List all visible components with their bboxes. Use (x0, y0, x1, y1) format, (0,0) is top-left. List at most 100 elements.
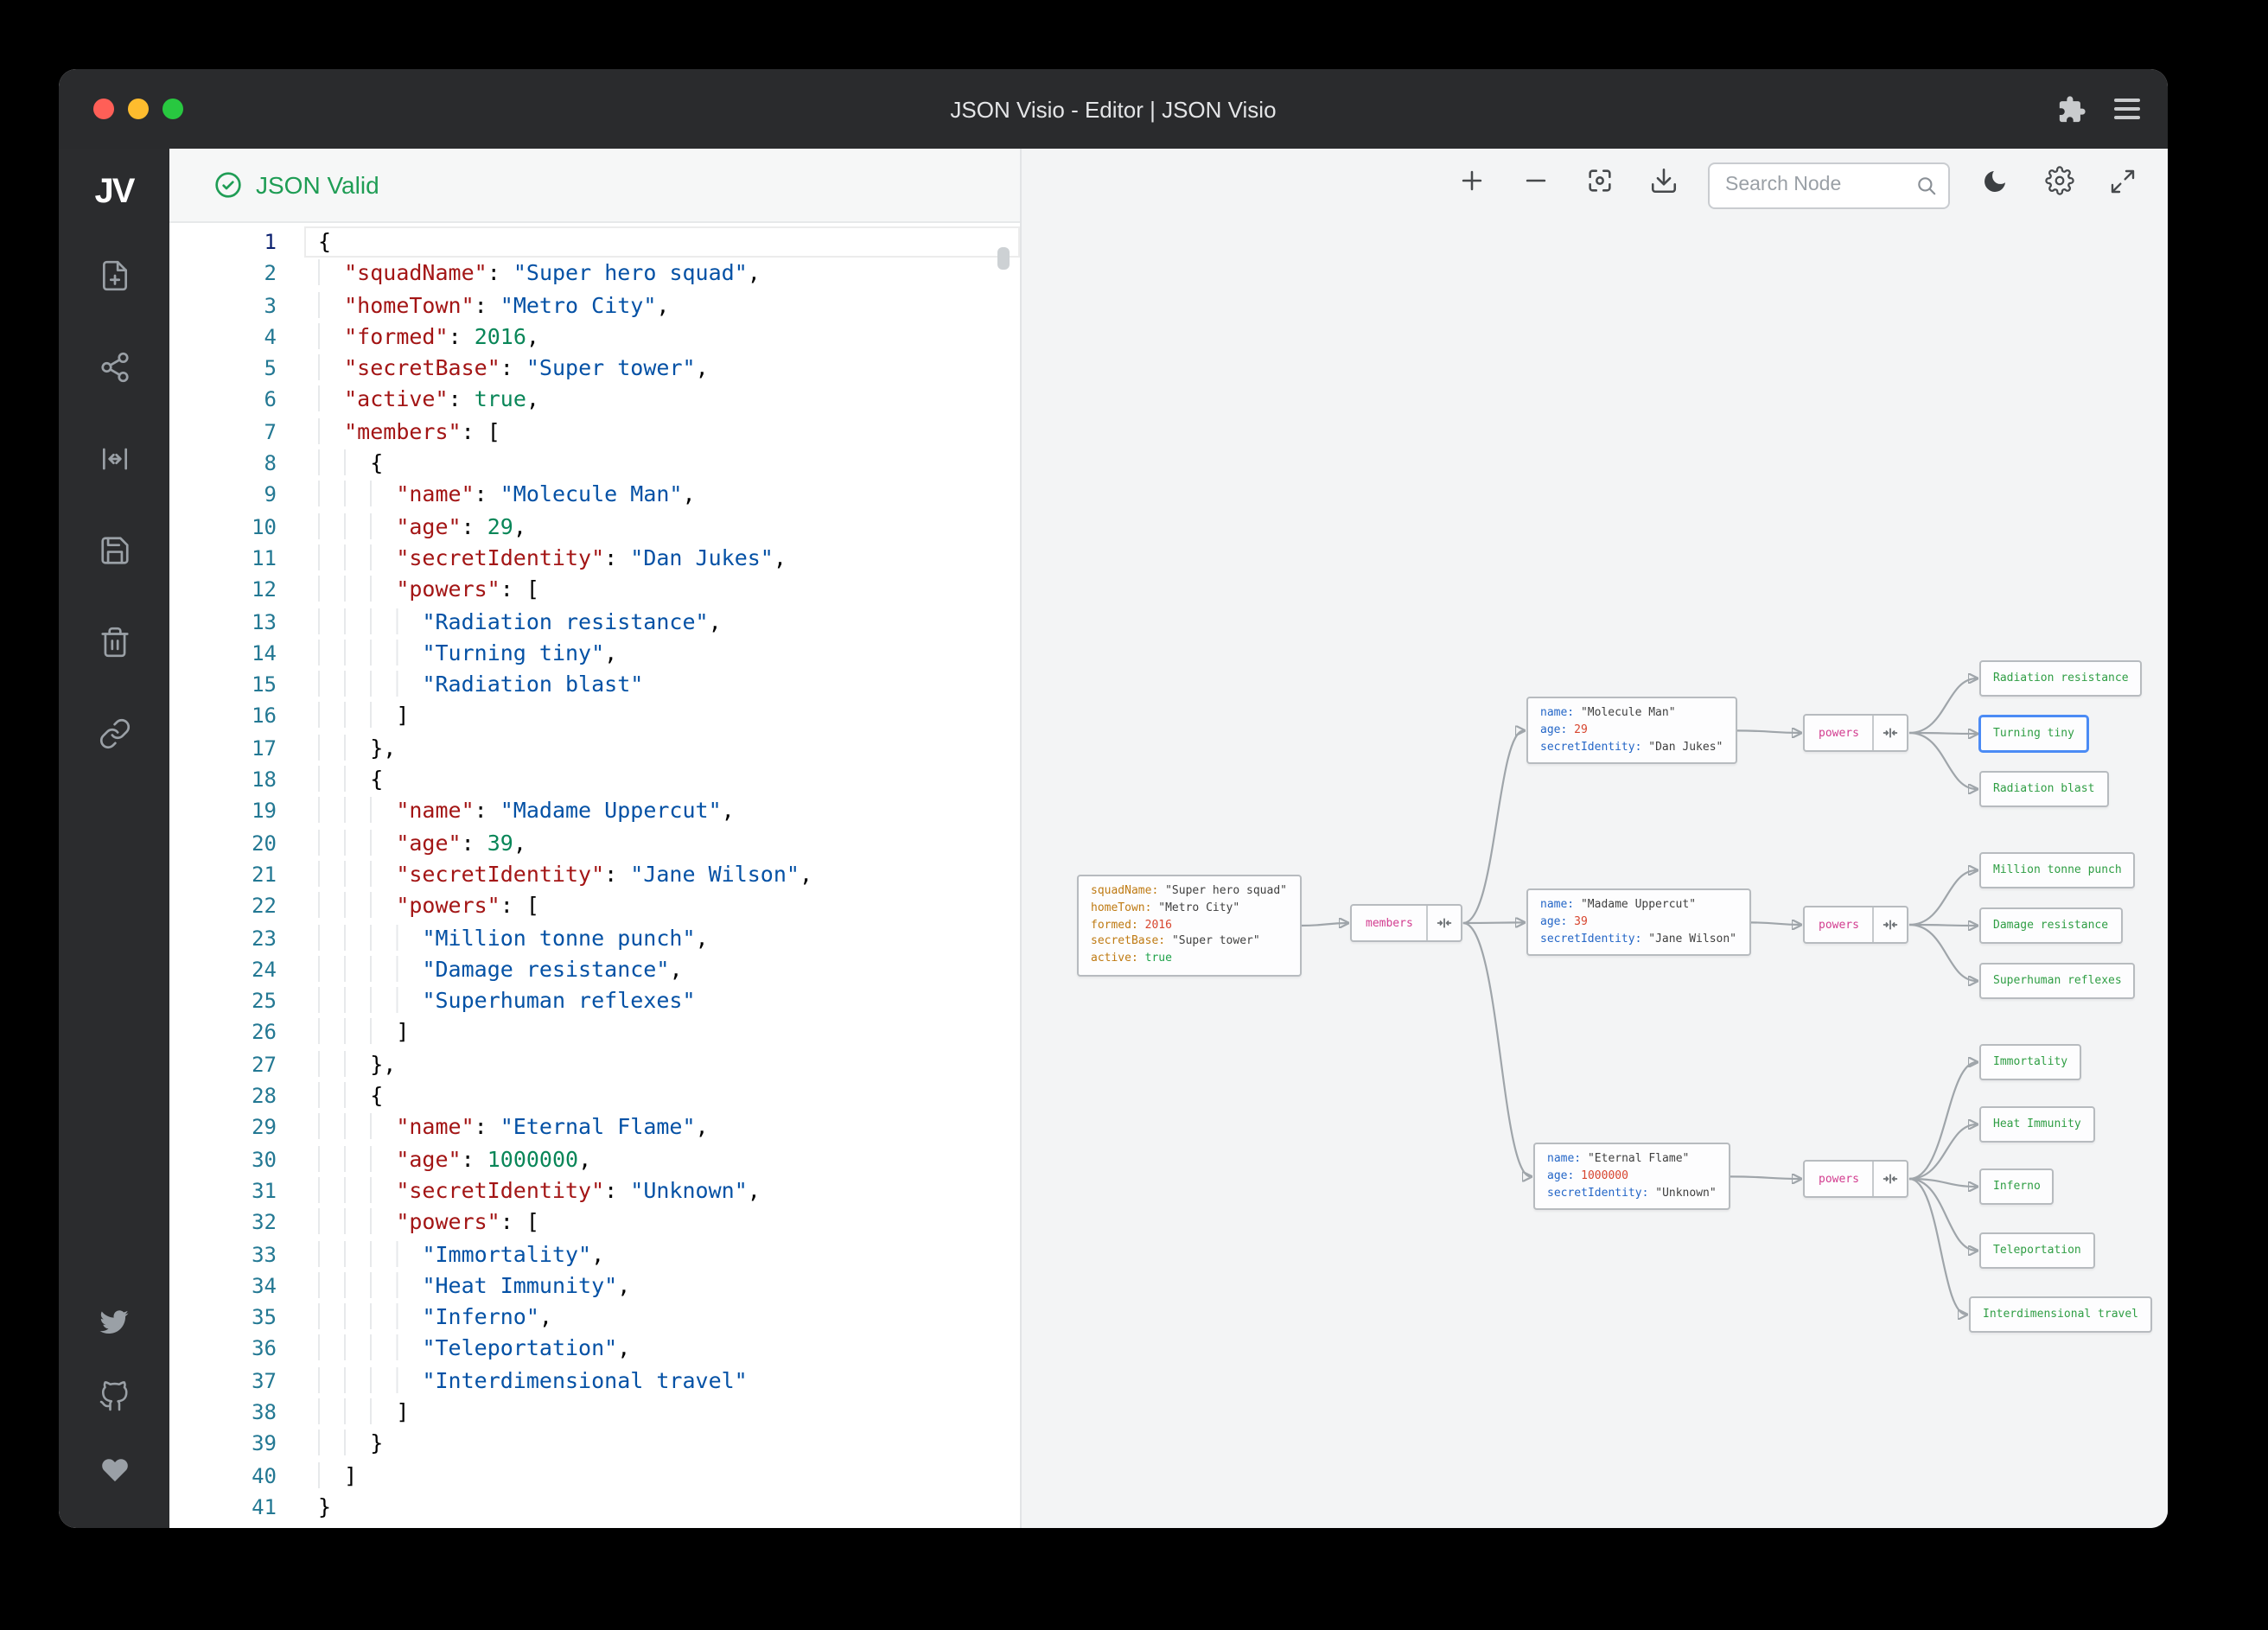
code-line[interactable]: 12 "powers": [ (169, 575, 1020, 607)
collapse-node-button[interactable] (1429, 906, 1462, 940)
code-line[interactable]: 2 "squadName": "Super hero squad", (169, 258, 1020, 290)
code-line[interactable]: 36 "Teleportation", (169, 1334, 1020, 1366)
code-line[interactable]: 22 "powers": [ (169, 890, 1020, 922)
search-input[interactable] (1710, 175, 1948, 195)
zoom-in-button[interactable] (1452, 166, 1490, 204)
code-editor[interactable]: 1{2 "squadName": "Super hero squad", 3 "h… (169, 223, 1020, 1528)
code-line[interactable]: 34 "Heat Immunity", (169, 1270, 1020, 1302)
code-line[interactable]: 39 } (169, 1429, 1020, 1461)
fit-width-button[interactable] (95, 444, 133, 482)
code-line[interactable]: 27 }, (169, 1048, 1020, 1080)
new-document-button[interactable] (95, 260, 133, 299)
line-number: 3 (264, 293, 277, 318)
graph-node-m1[interactable]: name: "Molecule Man" age: 29 secretIdentit… (1526, 697, 1737, 765)
graph-node-l3e[interactable]: Interdimensional travel (1969, 1296, 2153, 1333)
graph-node-l1c[interactable]: Radiation blast (1979, 771, 2109, 807)
code-line[interactable]: 15 "Radiation blast" (169, 669, 1020, 701)
graph-canvas[interactable]: squadName: "Super hero squad" homeTown: "… (1022, 149, 2168, 1528)
editor-status-bar: JSON Valid (169, 149, 1020, 223)
close-button[interactable] (93, 99, 114, 119)
graph-node-m3[interactable]: name: "Eternal Flame" age: 1000000 secretI… (1533, 1143, 1730, 1211)
download-icon (1648, 166, 1678, 204)
collapse-node-button[interactable] (1875, 716, 1908, 750)
graph-node-l3d[interactable]: Teleportation (1979, 1232, 2095, 1269)
node-label: members (1366, 916, 1413, 930)
settings-button[interactable] (2040, 166, 2078, 204)
code-line[interactable]: 38 ] (169, 1397, 1020, 1429)
code-line[interactable]: 33 "Immortality", (169, 1238, 1020, 1270)
code-line[interactable]: 10 "age": 29, (169, 511, 1020, 543)
delete-button[interactable] (95, 627, 133, 665)
line-number: 6 (264, 387, 277, 412)
code-line[interactable]: 24 "Damage resistance", (169, 954, 1020, 986)
graph-node-l3a[interactable]: Immortality (1979, 1044, 2082, 1080)
code-line[interactable]: 25 "Superhuman reflexes" (169, 985, 1020, 1017)
graph-node-l3c[interactable]: Inferno (1979, 1168, 2055, 1205)
line-number: 23 (252, 926, 277, 951)
graph-node-p1[interactable]: powers (1803, 714, 1909, 752)
code-line[interactable]: 5 "secretBase": "Super tower", (169, 353, 1020, 385)
code-line-text: "powers": [ (304, 575, 1020, 607)
node-row: name: "Molecule Man" (1540, 705, 1676, 719)
extensions-icon[interactable] (2057, 94, 2086, 124)
graph-node-p3[interactable]: powers (1803, 1160, 1909, 1198)
code-line[interactable]: 11 "secretIdentity": "Dan Jukes", (169, 543, 1020, 575)
code-line[interactable]: 14 "Turning tiny", (169, 638, 1020, 670)
code-line[interactable]: 18 { (169, 764, 1020, 796)
code-line[interactable]: 29 "name": "Eternal Flame", (169, 1112, 1020, 1144)
twitter-button[interactable] (95, 1307, 133, 1345)
node-row: homeTown: "Metro City" (1091, 900, 1240, 914)
dark-mode-button[interactable] (1976, 166, 2014, 204)
code-line[interactable]: 16 ] (169, 701, 1020, 733)
collapse-node-button[interactable] (1875, 907, 1908, 942)
code-line[interactable]: 30 "age": 1000000, (169, 1143, 1020, 1175)
collapse-node-button[interactable] (1875, 1162, 1908, 1196)
share-link-button[interactable] (95, 718, 133, 757)
sponsor-button[interactable] (95, 1455, 133, 1493)
code-line[interactable]: 19 "name": "Madame Uppercut", (169, 796, 1020, 828)
code-line[interactable]: 23 "Million tonne punch", (169, 922, 1020, 954)
graph-node-members[interactable]: members (1350, 904, 1463, 942)
json-editor-panel: JSON Valid 1{2 "squadName": "Super hero … (169, 149, 1020, 1528)
graph-node-l2c[interactable]: Superhuman reflexes (1979, 963, 2136, 999)
code-line[interactable]: 35 "Inferno", (169, 1302, 1020, 1334)
code-line[interactable]: 21 "secretIdentity": "Jane Wilson", (169, 859, 1020, 891)
code-line[interactable]: 7 "members": [ (169, 417, 1020, 449)
code-line[interactable]: 9 "name": "Molecule Man", (169, 480, 1020, 512)
download-image-button[interactable] (1644, 166, 1682, 204)
code-line[interactable]: 1{ (169, 226, 1020, 258)
graph-node-l2b[interactable]: Damage resistance (1979, 907, 2123, 944)
save-button[interactable] (95, 536, 133, 574)
code-line[interactable]: 3 "homeTown": "Metro City", (169, 290, 1020, 322)
code-line[interactable]: 17 }, (169, 733, 1020, 765)
code-line[interactable]: 31 "secretIdentity": "Unknown", (169, 1175, 1020, 1207)
code-line[interactable]: 32 "powers": [ (169, 1207, 1020, 1238)
zoom-out-button[interactable] (1516, 166, 1554, 204)
graph-node-p2[interactable]: powers (1803, 906, 1909, 944)
code-line[interactable]: 41} (169, 1492, 1020, 1524)
graph-node-root[interactable]: squadName: "Super hero squad" homeTown: "… (1077, 875, 1301, 977)
graph-node-l1b[interactable]: Turning tiny (1979, 716, 2088, 752)
fullscreen-button[interactable] (2104, 166, 2142, 204)
code-line[interactable]: 20 "age": 39, (169, 827, 1020, 859)
code-line[interactable]: 8 { (169, 448, 1020, 480)
code-line[interactable]: 37 "Interdimensional travel" (169, 1365, 1020, 1397)
code-line[interactable]: 13 "Radiation resistance", (169, 606, 1020, 638)
center-view-button[interactable] (1580, 166, 1618, 204)
menu-icon[interactable] (2114, 99, 2140, 119)
graph-node-l3b[interactable]: Heat Immunity (1979, 1106, 2095, 1143)
code-line[interactable]: 26 ] (169, 1017, 1020, 1049)
graph-node-l1a[interactable]: Radiation resistance (1979, 660, 2143, 697)
code-line[interactable]: 6 "active": true, (169, 385, 1020, 417)
zoom-button[interactable] (162, 99, 183, 119)
graph-node-m2[interactable]: name: "Madame Uppercut" age: 39 secretIden… (1526, 888, 1750, 957)
line-number: 8 (264, 451, 277, 476)
code-line[interactable]: 4 "formed": 2016, (169, 322, 1020, 353)
github-button[interactable] (95, 1380, 133, 1419)
code-line[interactable]: 40 ] (169, 1460, 1020, 1492)
graph-view-button[interactable] (95, 352, 133, 391)
title-bar[interactable]: JSON Visio - Editor | JSON Visio (59, 69, 2168, 149)
minimize-button[interactable] (128, 99, 149, 119)
graph-node-l2a[interactable]: Million tonne punch (1979, 852, 2136, 888)
code-line[interactable]: 28 { (169, 1080, 1020, 1112)
